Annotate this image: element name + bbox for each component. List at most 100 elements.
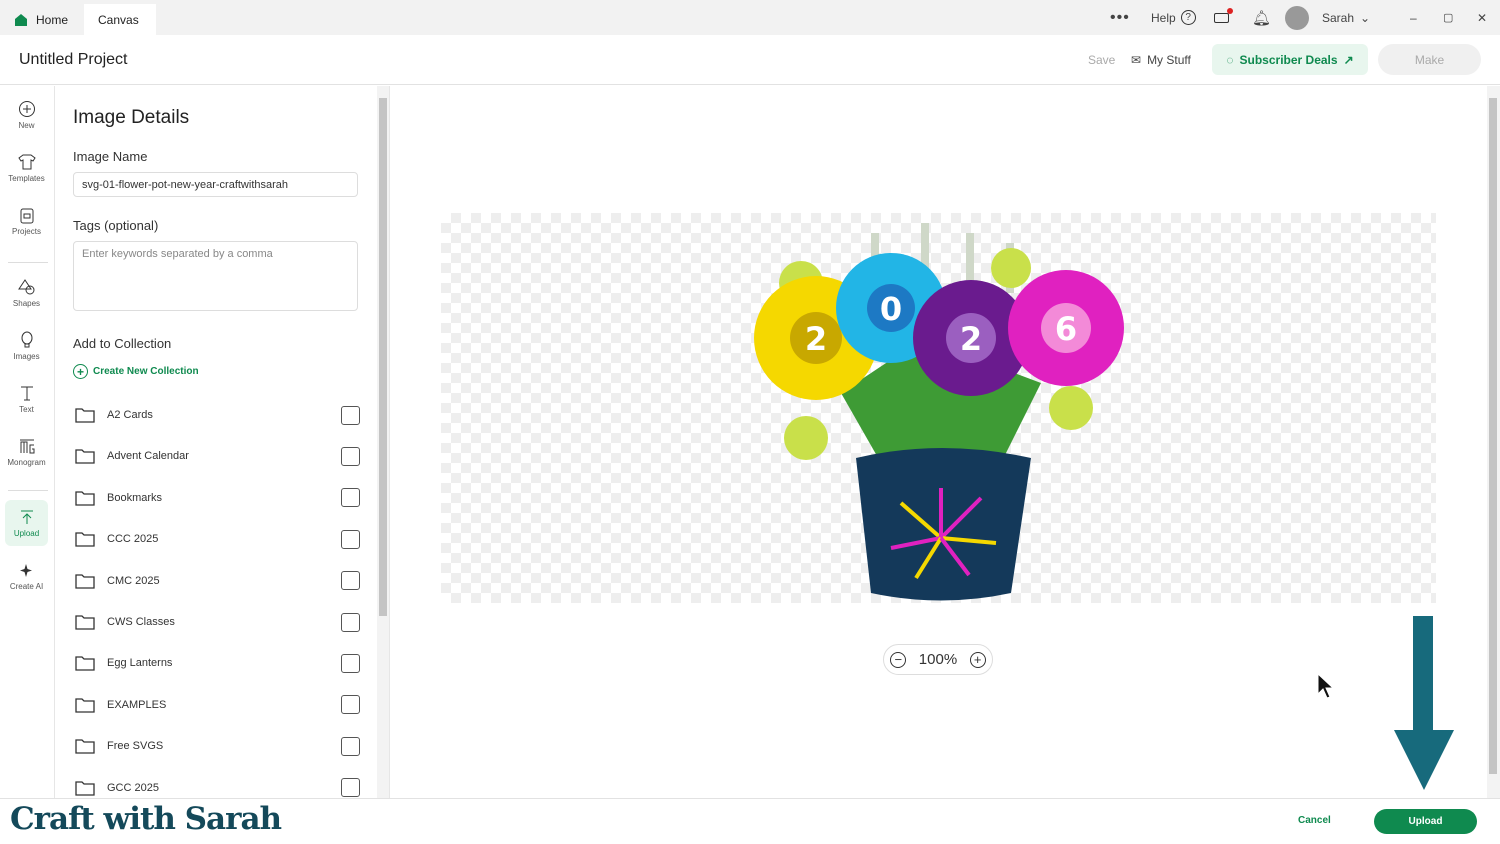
monogram-icon	[19, 439, 34, 454]
help-button[interactable]: Help?	[1151, 0, 1196, 35]
balloon-icon	[21, 331, 32, 348]
create-collection-button[interactable]: + Create New Collection	[73, 364, 199, 379]
create-collection-label: Create New Collection	[93, 366, 199, 377]
text-icon	[20, 386, 33, 401]
project-header: Untitled Project Save ✉ My Stuff ◌ Subscri…	[0, 35, 1500, 85]
image-details-panel: Image Details Image Name svg-01-flower-p…	[55, 86, 390, 798]
rail-images-label: Images	[13, 352, 40, 361]
canvas-scrollbar[interactable]	[1487, 86, 1500, 798]
projects-icon	[20, 208, 33, 224]
save-button[interactable]: Save	[1088, 44, 1115, 75]
collection-checkbox[interactable]	[341, 405, 360, 425]
upload-button[interactable]: Upload	[1374, 809, 1477, 834]
subscriber-deals-button[interactable]: ◌ Subscriber Deals ↗	[1212, 44, 1368, 75]
divider	[8, 262, 48, 263]
digit: 0	[880, 290, 902, 328]
folder-icon	[75, 408, 95, 423]
folder-icon	[75, 449, 95, 465]
collection-checkbox[interactable]	[341, 488, 360, 508]
tab-canvas[interactable]: Canvas	[84, 4, 156, 35]
collection-item[interactable]: CWS Classes	[75, 612, 360, 632]
shirt-icon	[17, 154, 36, 170]
rail-text[interactable]: Text	[5, 376, 48, 422]
plus-circle-icon	[18, 101, 35, 117]
tab-canvas-label: Canvas	[98, 12, 139, 27]
folder-icon	[75, 573, 95, 589]
rail-create-ai[interactable]: Create AI	[5, 553, 48, 599]
cursor-icon	[1317, 672, 1334, 699]
my-stuff-button[interactable]: ✉ My Stuff	[1131, 44, 1191, 75]
flower-pot-image: 2 0 2 6	[754, 223, 1124, 601]
collection-checkbox[interactable]	[341, 695, 360, 715]
zoom-out-button[interactable]: −	[890, 651, 907, 668]
zoom-level: 100%	[918, 651, 958, 668]
chevron-down-icon: ⌄	[1360, 10, 1371, 25]
collection-item[interactable]: Free SVGS	[75, 736, 360, 756]
panel-scrollbar[interactable]	[377, 86, 389, 798]
rail-upload[interactable]: Upload	[5, 500, 48, 546]
image-name-input[interactable]: svg-01-flower-pot-new-year-craftwithsara…	[73, 172, 358, 197]
collection-checkbox[interactable]	[341, 529, 360, 549]
panel-title: Image Details	[73, 107, 190, 128]
rail-templates[interactable]: Templates	[5, 145, 48, 191]
close-button[interactable]: ✕	[1477, 0, 1487, 35]
rail-create-ai-label: Create AI	[9, 582, 44, 591]
folder-icon	[75, 780, 95, 796]
home-icon	[15, 13, 27, 26]
title-bar: Home Canvas ••• Help? 🔔︎ Sarah ⌄ – ▢ ✕	[0, 0, 1500, 35]
bell-icon[interactable]: 🔔︎	[1252, 0, 1271, 35]
zoom-control: − 100% +	[883, 644, 993, 675]
rail-shapes-label: Shapes	[12, 299, 41, 308]
rail-new[interactable]: New	[5, 92, 48, 138]
avatar[interactable]	[1285, 0, 1309, 35]
machine-icon[interactable]	[1214, 0, 1233, 35]
collection-checkbox[interactable]	[341, 446, 360, 466]
tab-home-label: Home	[36, 12, 69, 27]
collection-item[interactable]: Egg Lanterns	[75, 653, 360, 673]
project-title[interactable]: Untitled Project	[19, 51, 128, 69]
collection-name: A2 Cards	[107, 409, 153, 421]
folder-icon	[75, 491, 95, 506]
collection-item[interactable]: A2 Cards	[75, 405, 360, 425]
collection-name: CCC 2025	[107, 533, 159, 546]
folder-icon	[75, 698, 95, 713]
make-button[interactable]: Make	[1378, 44, 1481, 75]
subscriber-deals-label: Subscriber Deals	[1239, 52, 1338, 67]
collection-name: Free SVGS	[107, 740, 164, 753]
collection-checkbox[interactable]	[341, 778, 360, 798]
rail-shapes[interactable]: Shapes	[5, 270, 48, 316]
canvas-area[interactable]: 2 0 2 6 − 100% +	[391, 86, 1487, 798]
collection-checkbox[interactable]	[341, 653, 360, 673]
more-icon[interactable]: •••	[1110, 0, 1130, 35]
collection-checkbox[interactable]	[341, 736, 360, 756]
collection-checkbox[interactable]	[341, 612, 360, 632]
collection-item[interactable]: CMC 2025	[75, 571, 360, 591]
maximize-button[interactable]: ▢	[1443, 0, 1453, 35]
collection-item[interactable]: GCC 2025	[75, 778, 360, 798]
folder-icon	[75, 656, 95, 672]
collection-name: Bookmarks	[107, 491, 163, 504]
user-menu[interactable]: Sarah ⌄	[1322, 0, 1370, 35]
tag-icon: ◌	[1226, 52, 1234, 67]
zoom-in-button[interactable]: +	[969, 651, 986, 668]
minimize-button[interactable]: –	[1410, 0, 1417, 35]
rail-monogram-label: Monogram	[7, 458, 46, 467]
collection-item[interactable]: CCC 2025	[75, 529, 360, 549]
external-arrow-icon: ↗	[1343, 52, 1354, 67]
digit: 6	[1055, 310, 1077, 348]
mail-icon: ✉	[1131, 52, 1142, 67]
collection-item[interactable]: EXAMPLES	[75, 695, 360, 715]
rail-images[interactable]: Images	[5, 323, 48, 369]
collection-item[interactable]: Advent Calendar	[75, 446, 360, 466]
collection-item[interactable]: Bookmarks	[75, 488, 360, 508]
plus-circle-icon: +	[73, 364, 88, 379]
collection-name: CWS Classes	[107, 616, 175, 628]
rail-projects[interactable]: Projects	[5, 198, 48, 244]
left-toolbar: New Templates Projects Shapes Images Tex…	[0, 86, 55, 798]
rail-monogram[interactable]: Monogram	[5, 429, 48, 475]
tab-home[interactable]: Home	[0, 4, 82, 35]
cancel-button[interactable]: Cancel	[1298, 815, 1331, 826]
tags-input[interactable]: Enter keywords separated by a comma	[73, 241, 358, 311]
collection-checkbox[interactable]	[341, 571, 360, 591]
collection-name: GCC 2025	[107, 781, 159, 794]
